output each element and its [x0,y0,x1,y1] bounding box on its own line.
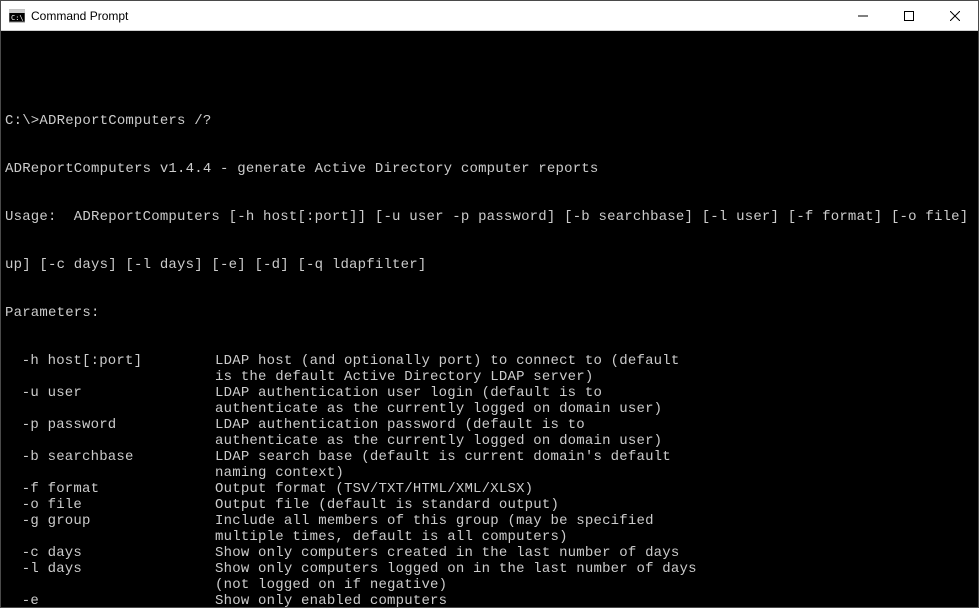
param-row: -p passwordLDAP authentication password … [5,417,974,433]
svg-text:C:\: C:\ [11,14,24,22]
param-indent [5,577,22,593]
prompt: C:\> [5,113,39,129]
minimize-icon [858,11,868,21]
window-controls [840,1,978,30]
param-row: -g groupInclude all members of this grou… [5,513,974,529]
param-row: -f formatOutput format (TSV/TXT/HTML/XML… [5,481,974,497]
param-description: LDAP host (and optionally port) to conne… [215,353,974,369]
param-indent [5,593,22,607]
param-flag: -e [22,593,215,607]
param-flag [22,369,215,385]
window-title: Command Prompt [31,9,840,23]
param-description: LDAP authentication password (default is… [215,417,974,433]
param-description: Output file (default is standard output) [215,497,974,513]
param-description: LDAP search base (default is current dom… [215,449,974,465]
param-description: is the default Active Directory LDAP ser… [215,369,974,385]
maximize-icon [904,11,914,21]
param-row: is the default Active Directory LDAP ser… [5,369,974,385]
param-description: Show only enabled computers [215,593,974,607]
param-indent [5,417,22,433]
output-usage-1: Usage: ADReportComputers [-h host[:port]… [5,209,974,225]
param-description: (not logged on if negative) [215,577,974,593]
parameters-list: -h host[:port]LDAP host (and optionally … [5,353,974,607]
param-row: -eShow only enabled computers [5,593,974,607]
param-flag: -o file [22,497,215,513]
output-usage-2: up] [-c days] [-l days] [-e] [-d] [-q ld… [5,257,974,273]
terminal-output[interactable]: C:\>ADReportComputers /? ADReportCompute… [1,31,978,607]
titlebar[interactable]: C:\ Command Prompt [1,1,978,31]
param-flag [22,465,215,481]
param-flag [22,401,215,417]
param-row: naming context) [5,465,974,481]
param-indent [5,545,22,561]
param-row: -u userLDAP authentication user login (d… [5,385,974,401]
param-indent [5,561,22,577]
param-flag: -g group [22,513,215,529]
param-flag [22,577,215,593]
close-icon [950,11,960,21]
param-flag: -h host[:port] [22,353,215,369]
param-row: -c daysShow only computers created in th… [5,545,974,561]
param-flag: -f format [22,481,215,497]
command-text: ADReportComputers /? [39,113,211,129]
param-indent [5,369,22,385]
param-row: authenticate as the currently logged on … [5,401,974,417]
param-indent [5,529,22,545]
param-flag: -l days [22,561,215,577]
param-flag: -p password [22,417,215,433]
maximize-button[interactable] [886,1,932,30]
param-flag: -u user [22,385,215,401]
param-description: Show only computers created in the last … [215,545,974,561]
param-indent [5,385,22,401]
minimize-button[interactable] [840,1,886,30]
param-description: Show only computers logged on in the las… [215,561,974,577]
command-line-1: C:\>ADReportComputers /? [5,113,974,129]
param-description: LDAP authentication user login (default … [215,385,974,401]
param-flag: -b searchbase [22,449,215,465]
param-description: authenticate as the currently logged on … [215,401,974,417]
param-row: -l daysShow only computers logged on in … [5,561,974,577]
param-description: Output format (TSV/TXT/HTML/XML/XLSX) [215,481,974,497]
param-indent [5,449,22,465]
param-description: naming context) [215,465,974,481]
param-row: authenticate as the currently logged on … [5,433,974,449]
param-indent [5,401,22,417]
param-row: multiple times, default is all computers… [5,529,974,545]
param-indent [5,497,22,513]
param-indent [5,481,22,497]
cmd-icon: C:\ [9,8,25,24]
command-prompt-window: C:\ Command Prompt [0,0,979,608]
param-indent [5,353,22,369]
param-flag [22,433,215,449]
param-description: authenticate as the currently logged on … [215,433,974,449]
output-header: ADReportComputers v1.4.4 - generate Acti… [5,161,974,177]
param-indent [5,513,22,529]
param-indent [5,465,22,481]
terminal-blank [5,65,974,81]
param-indent [5,433,22,449]
param-row: -b searchbaseLDAP search base (default i… [5,449,974,465]
param-flag: -c days [22,545,215,561]
close-button[interactable] [932,1,978,30]
param-row: (not logged on if negative) [5,577,974,593]
param-row: -o fileOutput file (default is standard … [5,497,974,513]
param-description: multiple times, default is all computers… [215,529,974,545]
param-row: -h host[:port]LDAP host (and optionally … [5,353,974,369]
param-flag [22,529,215,545]
param-description: Include all members of this group (may b… [215,513,974,529]
output-parameters-label: Parameters: [5,305,974,321]
